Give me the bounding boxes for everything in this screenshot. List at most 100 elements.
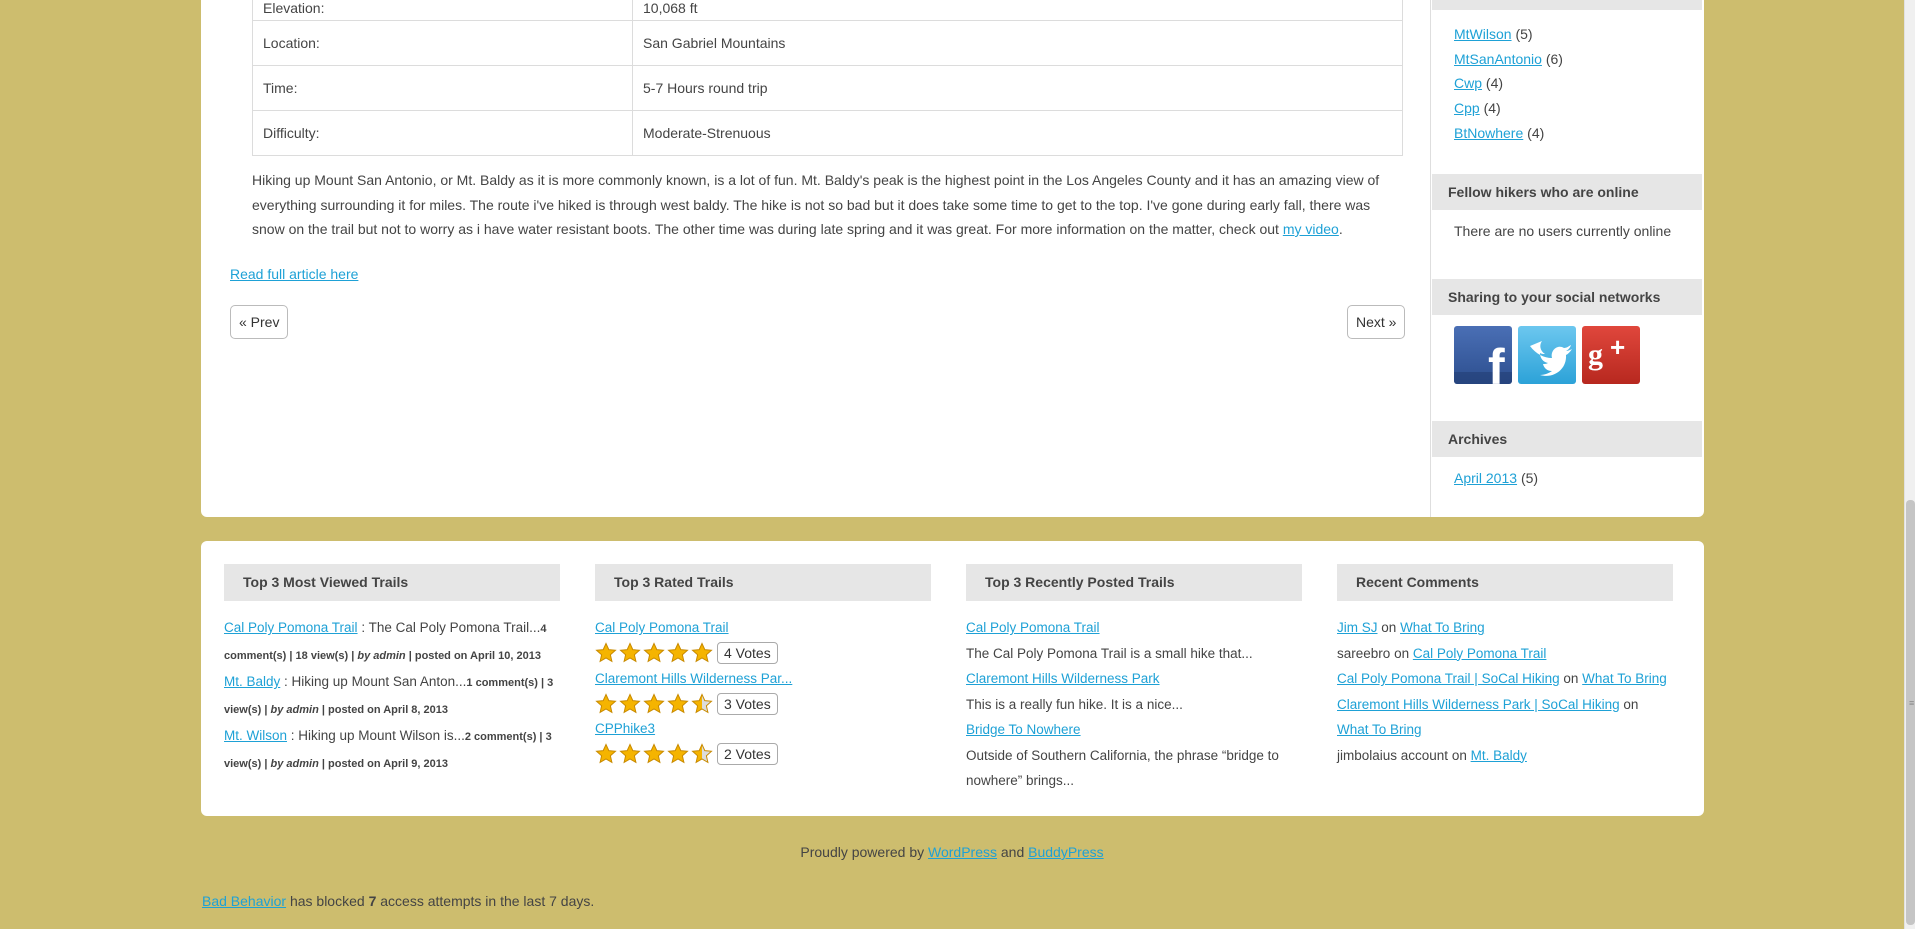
comment-post-link[interactable]: Mt. Baldy <box>1471 748 1527 763</box>
star-icon[interactable] <box>691 743 713 765</box>
list-item: Cal Poly Pomona Trail : The Cal Poly Pom… <box>224 620 547 662</box>
star-icon[interactable] <box>667 743 689 765</box>
info-value-difficulty: Moderate-Strenuous <box>632 110 1403 156</box>
credits-and: and <box>997 844 1029 860</box>
category-link-cwp[interactable]: Cwp <box>1454 75 1482 91</box>
rated-trail-link[interactable]: CPPhike3 <box>595 721 655 736</box>
facebook-icon[interactable]: f <box>1454 326 1512 384</box>
star-icon[interactable] <box>691 692 713 715</box>
category-count: (4) <box>1485 75 1504 92</box>
list-item: MtWilson (5) <box>1454 22 1563 47</box>
star-icon[interactable] <box>667 692 689 715</box>
list-item: Claremont Hills Wilderness Park <box>966 666 1302 692</box>
most-viewed-link[interactable]: Mt. Wilson <box>224 728 287 743</box>
star-icon[interactable] <box>619 743 641 765</box>
next-button[interactable]: Next » <box>1347 305 1406 339</box>
on-text: on <box>1451 747 1467 763</box>
rated-trail-link[interactable]: Claremont Hills Wilderness Par... <box>595 671 792 686</box>
comment-post-link[interactable]: Cal Poly Pomona Trail <box>1413 646 1547 661</box>
recent-trail-link[interactable]: Bridge To Nowhere <box>966 722 1081 737</box>
category-link-mtwilson[interactable]: MtWilson <box>1454 26 1512 42</box>
category-list: MtWilson (5) MtSanAntonio (6) Cwp (4) Cp… <box>1454 22 1563 146</box>
recent-trail-link[interactable]: Claremont Hills Wilderness Park <box>966 671 1160 686</box>
archive-link-april-2013[interactable]: April 2013 <box>1454 470 1517 486</box>
info-value-elevation: 10,068 ft <box>632 0 1403 21</box>
on-text: on <box>1381 620 1397 635</box>
star-icon[interactable] <box>667 642 689 664</box>
author: by admin <box>357 650 406 662</box>
sharing-header: Sharing to your social networks <box>1432 279 1702 315</box>
bad-behavior-notice: Bad Behavior has blocked 7 access attemp… <box>202 893 594 909</box>
list-item: CPPhike3 2 Votes <box>595 716 931 767</box>
recent-trail-link[interactable]: Cal Poly Pomona Trail <box>966 620 1100 635</box>
list-item: Jim SJ on What To Bring <box>1337 615 1673 641</box>
most-viewed-link[interactable]: Mt. Baldy <box>224 674 280 689</box>
info-label-time: Time: <box>252 65 633 111</box>
table-row: Difficulty: Moderate-Strenuous <box>252 110 1403 156</box>
star-icon[interactable] <box>643 692 665 715</box>
star-icon[interactable] <box>619 642 641 664</box>
star-icon[interactable] <box>691 642 713 664</box>
list-item: jimbolaius account on Mt. Baldy <box>1337 743 1673 769</box>
star-icon[interactable] <box>595 692 617 715</box>
prev-button[interactable]: « Prev <box>230 305 289 339</box>
google-plus-icon[interactable]: g + <box>1582 326 1640 384</box>
comment-author-link[interactable]: Jim SJ <box>1337 620 1378 635</box>
category-count: (5) <box>1515 26 1533 42</box>
star-icon[interactable] <box>595 743 617 765</box>
table-row: Location: San Gabriel Mountains <box>252 20 1403 66</box>
author: by admin <box>270 704 319 716</box>
list-item: Cal Poly Pomona Trail | SoCal Hiking on … <box>1337 666 1673 692</box>
recently-posted-list: Cal Poly Pomona Trail The Cal Poly Pomon… <box>966 601 1302 794</box>
category-link-cpp[interactable]: Cpp <box>1454 100 1480 116</box>
votes-count: 4 Votes <box>717 642 778 664</box>
comment-post-link[interactable]: What To Bring <box>1582 671 1667 686</box>
twitter-icon[interactable] <box>1518 326 1576 384</box>
archive-item: April 2013 (5) <box>1454 470 1538 486</box>
archives-header: Archives <box>1432 421 1702 457</box>
trail-info-table: Elevation: 10,068 ft Location: San Gabri… <box>252 0 1403 156</box>
wordpress-link[interactable]: WordPress <box>928 844 997 860</box>
list-item: sareebro on Cal Poly Pomona Trail <box>1337 641 1673 667</box>
grip-icon: ≡ <box>1909 698 1915 708</box>
my-video-link[interactable]: my video <box>1283 221 1339 237</box>
star-rating[interactable] <box>595 642 713 664</box>
author: by admin <box>270 758 319 770</box>
recent-comments-list: Jim SJ on What To Bring sareebro on Cal … <box>1337 601 1673 768</box>
star-icon[interactable] <box>619 692 641 715</box>
star-icon[interactable] <box>595 642 617 664</box>
most-viewed-link[interactable]: Cal Poly Pomona Trail <box>224 620 358 635</box>
rating-row: 3 Votes <box>595 691 931 716</box>
list-item: Bridge To Nowhere <box>966 717 1302 743</box>
read-full-article-link[interactable]: Read full article here <box>230 266 358 282</box>
star-icon[interactable] <box>643 642 665 664</box>
category-link-btnowhere[interactable]: BtNowhere <box>1454 125 1523 141</box>
buddypress-link[interactable]: BuddyPress <box>1028 844 1103 860</box>
star-rating[interactable] <box>595 692 713 715</box>
comment-author-link[interactable]: Claremont Hills Wilderness Park | SoCal … <box>1337 697 1620 712</box>
article-text: Hiking up Mount San Antonio, or Mt. Bald… <box>252 172 1380 237</box>
svg-text:g: g <box>1588 338 1603 371</box>
list-item: Mt. Baldy : Hiking up Mount San Anton...… <box>224 674 554 716</box>
votes-count: 3 Votes <box>717 692 778 715</box>
star-rating[interactable] <box>595 743 713 765</box>
bb-text2: access attempts in the last 7 days. <box>376 893 595 909</box>
comment-post-link[interactable]: What To Bring <box>1400 620 1485 635</box>
list-item: Cal Poly Pomona Trail <box>966 615 1302 641</box>
excerpt: : Hiking up Mount Wilson is... <box>287 728 465 743</box>
category-link-mtsanantonio[interactable]: MtSanAntonio <box>1454 51 1542 67</box>
page-scrollbar[interactable]: ≡ <box>1904 0 1915 929</box>
comment-post-link[interactable]: What To Bring <box>1337 722 1422 737</box>
list-item: Claremont Hills Wilderness Park | SoCal … <box>1337 692 1673 743</box>
svg-text:+: + <box>1610 332 1625 362</box>
list-item: Cwp (4) <box>1454 71 1563 96</box>
star-icon[interactable] <box>643 743 665 765</box>
rated-trail-link[interactable]: Cal Poly Pomona Trail <box>595 620 729 635</box>
info-label-elevation: Elevation: <box>252 0 633 21</box>
bad-behavior-link[interactable]: Bad Behavior <box>202 893 286 909</box>
comment-author-link[interactable]: Cal Poly Pomona Trail | SoCal Hiking <box>1337 671 1560 686</box>
top-rated-widget: Top 3 Rated Trails Cal Poly Pomona Trail… <box>595 564 931 767</box>
votes-count: 2 Votes <box>717 743 778 765</box>
bb-text1: has blocked <box>286 893 369 909</box>
scrollbar-thumb[interactable]: ≡ <box>1906 500 1915 925</box>
